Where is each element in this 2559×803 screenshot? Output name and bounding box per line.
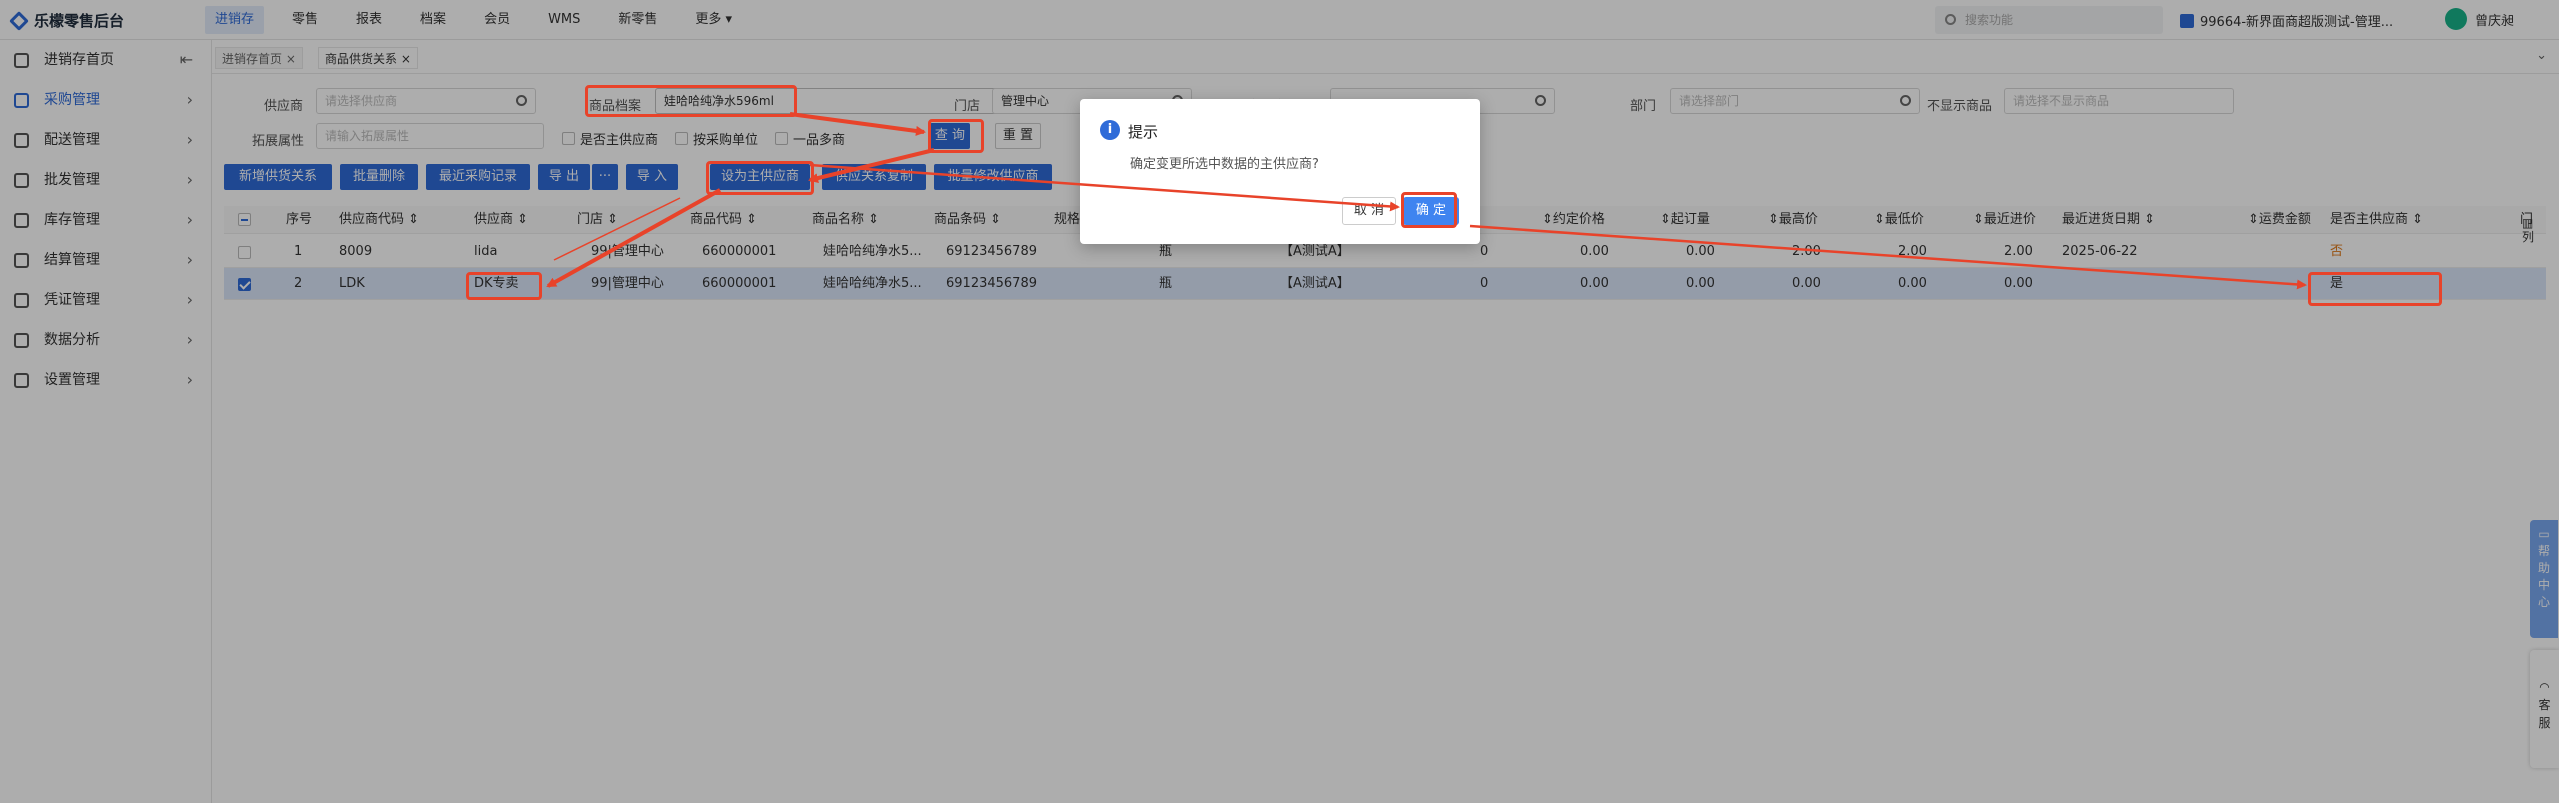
- app-root: 乐檬零售后台 进销存 零售 报表 档案 会员 WMS 新零售 更多 ▾ 搜索功能…: [0, 0, 2559, 803]
- arrow-thin-guide: [553, 197, 681, 261]
- arrow-set-main-to-supplier: [546, 188, 721, 288]
- annotation-arrows: [546, 112, 2307, 290]
- arrow-product-to-query: [789, 112, 926, 136]
- arrow-set-main-to-confirm: [809, 163, 1400, 212]
- arrow-confirm-to-is-main: [1469, 224, 2307, 290]
- arrow-query-to-set-main: [808, 148, 935, 183]
